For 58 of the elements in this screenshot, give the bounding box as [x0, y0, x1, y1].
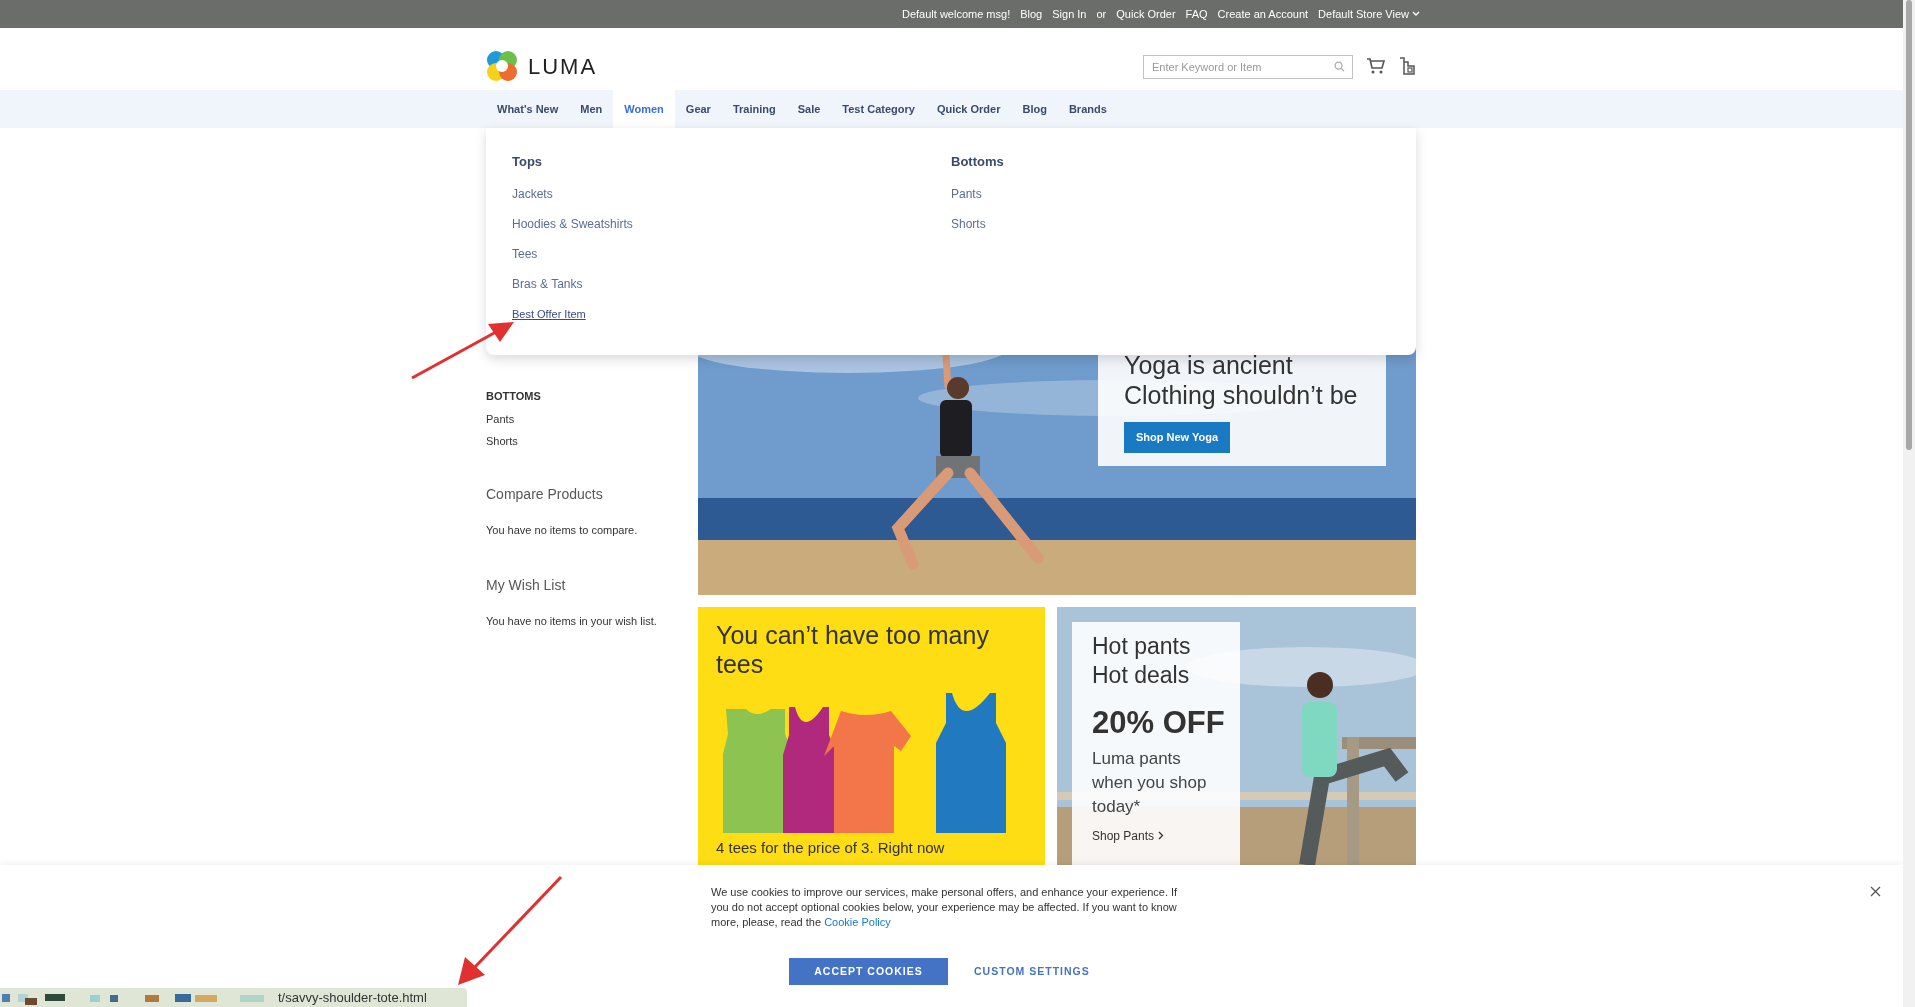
promo-headline: Hot pants — [1092, 632, 1192, 661]
status-url: t/savvy-shoulder-tote.html — [278, 988, 427, 1007]
promo-headline: Clothing shouldn’t be — [1124, 380, 1359, 410]
promo-headline: Hot deals — [1092, 661, 1191, 690]
header-link[interactable]: Blog — [1020, 5, 1043, 23]
menu-link[interactable]: Hoodies & Sweatshirts — [512, 216, 633, 231]
cookie-policy-link[interactable]: Cookie Policy — [824, 916, 891, 928]
settings-button[interactable]: CUSTOM SETTINGS — [970, 958, 1094, 985]
nav-tab[interactable]: Brands — [1057, 90, 1118, 128]
nav-tab[interactable]: Training — [721, 90, 787, 128]
promo-text: Luma pants when you shop today* — [1092, 747, 1208, 818]
header-link[interactable]: FAQ — [1185, 5, 1208, 23]
search-field[interactable]: Enter Keyword or Item — [1143, 54, 1353, 79]
wishlist-title: My Wish List — [486, 576, 567, 595]
cart-icon[interactable] — [1367, 58, 1385, 74]
wishlist-text: You have no items in your wish list. — [486, 614, 658, 629]
promo-title: You can’t have too many tees — [716, 621, 990, 679]
nav-tab[interactable]: Sale — [786, 90, 832, 128]
logo-text[interactable]: LUMA — [528, 49, 598, 83]
nav-tab[interactable]: Blog — [1011, 90, 1058, 128]
promo-headline: Yoga is ancient — [1124, 350, 1294, 380]
menu-heading: Tops — [512, 153, 544, 171]
promo-text: 4 tees for the price of 3. Right now — [716, 837, 945, 858]
menu-link[interactable]: Bras & Tanks — [512, 276, 583, 291]
nav-tab[interactable]: Test Category — [831, 90, 926, 128]
menu-link[interactable]: Tees — [512, 246, 538, 261]
nav-tab[interactable]: Women — [613, 90, 675, 128]
scrollbar-thumb[interactable] — [1906, 0, 1912, 450]
menu-link[interactable]: Best Offer Item — [512, 306, 586, 321]
logo-icon[interactable] — [486, 50, 518, 82]
menu-heading: Bottoms — [951, 153, 1004, 171]
menu-link[interactable]: Jackets — [512, 186, 553, 201]
header-text: or — [1096, 6, 1107, 22]
nav-tab[interactable]: Men — [569, 90, 614, 128]
shop-link[interactable]: Shop Pants — [1092, 826, 1165, 845]
header-link[interactable]: Create an Account — [1217, 5, 1309, 23]
shop-button[interactable]: Shop New Yoga — [1124, 422, 1231, 453]
nav-tab[interactable]: Quick Order — [925, 90, 1012, 128]
nav-tab[interactable]: Gear — [674, 90, 722, 128]
sidebar-link[interactable]: Shorts — [486, 433, 518, 450]
menu-link[interactable]: Shorts — [951, 216, 986, 231]
header-link[interactable]: Quick Order — [1116, 5, 1176, 23]
menu-link[interactable]: Pants — [951, 186, 982, 201]
header-link[interactable]: Sign In — [1052, 5, 1087, 23]
accept-button[interactable]: ACCEPT COOKIES — [789, 958, 948, 985]
sidebar-link[interactable]: Pants — [486, 410, 515, 427]
compare-title: Compare Products — [486, 484, 604, 504]
cookie-text: We use cookies to improve our services, make personal offers, and enhance your experience. If you do not accept optional cookies below, your experience may be affected. If you want to know more, please, read the Cookie Policy — [711, 885, 1179, 930]
chevron-icon — [1158, 831, 1165, 840]
close-icon[interactable] — [1870, 886, 1881, 897]
chevron-icon — [1412, 11, 1420, 17]
store-dropdown[interactable]: Default Store View — [1318, 5, 1420, 23]
offer-text: 20% OFF — [1092, 704, 1226, 742]
compare-text: You have no items to compare. — [486, 522, 639, 538]
sidebar-heading: BOTTOMS — [486, 389, 542, 404]
nav-tab[interactable]: What's New — [486, 90, 570, 128]
header-text: Default welcome msg! — [902, 6, 1011, 22]
clipboard-icon[interactable] — [1399, 57, 1415, 75]
